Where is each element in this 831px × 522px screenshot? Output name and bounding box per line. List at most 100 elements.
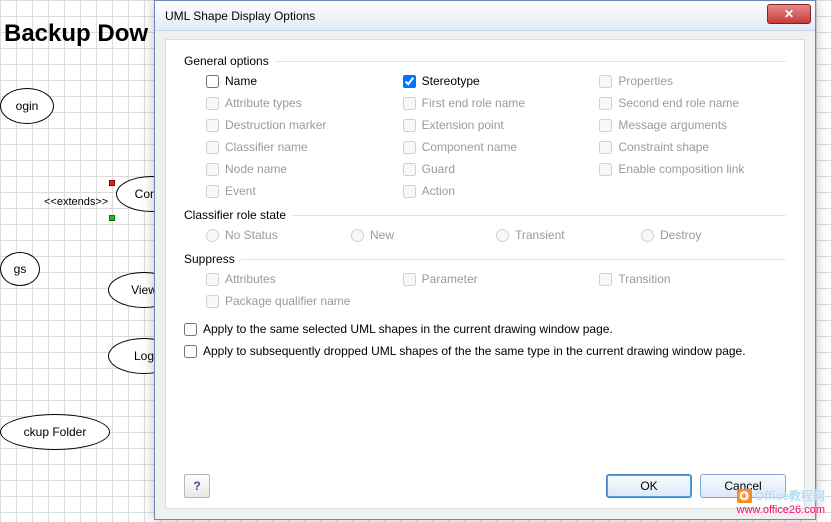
radio-nostatus: No Status xyxy=(206,228,351,242)
option-properties: Properties xyxy=(599,74,786,88)
apply-options: Apply to the same selected UML shapes in… xyxy=(184,322,786,358)
option-extension: Extension point xyxy=(403,118,590,132)
radio-label: New xyxy=(370,228,394,242)
radio-transient: Transient xyxy=(496,228,641,242)
group-general: General options Name Stereotype Properties… xyxy=(184,54,786,198)
shape-gs[interactable]: gs xyxy=(0,252,40,286)
option-label: Stereotype xyxy=(422,74,480,88)
radio-new-input xyxy=(351,229,364,242)
option-event: Event xyxy=(206,184,393,198)
selection-handle[interactable] xyxy=(109,180,115,186)
ok-button[interactable]: OK xyxy=(606,474,692,498)
suppress-attributes: Attributes xyxy=(206,272,393,286)
close-button[interactable]: ✕ xyxy=(767,4,811,24)
close-icon: ✕ xyxy=(784,8,794,20)
radio-nostatus-input xyxy=(206,229,219,242)
group-suppress: Suppress Attributes Parameter Transition Pa… xyxy=(184,252,786,308)
ok-label: OK xyxy=(640,479,657,493)
option-constraint: Constraint shape xyxy=(599,140,786,154)
apply-same-input[interactable] xyxy=(184,323,197,336)
option-label: First end role name xyxy=(422,96,525,110)
option-label: Extension point xyxy=(422,118,504,132)
option-label: Component name xyxy=(422,140,517,154)
suppress-pkg_qual-input xyxy=(206,295,219,308)
option-name[interactable]: Name xyxy=(206,74,393,88)
option-guard: Guard xyxy=(403,162,590,176)
option-properties-input xyxy=(599,75,612,88)
option-node_name-input xyxy=(206,163,219,176)
radio-new: New xyxy=(351,228,496,242)
apply-same-label: Apply to the same selected UML shapes in… xyxy=(203,322,613,336)
option-stereotype[interactable]: Stereotype xyxy=(403,74,590,88)
shape-label: gs xyxy=(14,262,27,276)
option-classifier_name-input xyxy=(206,141,219,154)
suppress-transition: Transition xyxy=(599,272,786,286)
option-message_args-input xyxy=(599,119,612,132)
suppress-label: Transition xyxy=(618,272,670,286)
option-node_name: Node name xyxy=(206,162,393,176)
group-classifier: Classifier role state No Status New Transi… xyxy=(184,208,786,242)
option-stereotype-input[interactable] xyxy=(403,75,416,88)
option-destruction-input xyxy=(206,119,219,132)
option-action-input xyxy=(403,185,416,198)
option-destruction: Destruction marker xyxy=(206,118,393,132)
watermark: OOffice教程网 www.office26.com xyxy=(737,487,825,516)
suppress-label: Attributes xyxy=(225,272,276,286)
option-label: Constraint shape xyxy=(618,140,709,154)
suppress-parameter: Parameter xyxy=(403,272,590,286)
apply-same-checkbox[interactable]: Apply to the same selected UML shapes in… xyxy=(184,322,786,336)
suppress-label: Parameter xyxy=(422,272,478,286)
option-label: Message arguments xyxy=(618,118,727,132)
help-button[interactable]: ? xyxy=(184,474,210,498)
suppress-options-grid: Attributes Parameter Transition Package qua… xyxy=(184,272,786,308)
option-message_args: Message arguments xyxy=(599,118,786,132)
shape-label: ogin xyxy=(16,99,39,113)
help-icon: ? xyxy=(193,479,200,493)
option-first_end-input xyxy=(403,97,416,110)
option-name-input[interactable] xyxy=(206,75,219,88)
option-label: Classifier name xyxy=(225,140,308,154)
apply-subsequent-input[interactable] xyxy=(184,345,197,358)
option-label: Event xyxy=(225,184,256,198)
option-attr_types-input xyxy=(206,97,219,110)
option-label: Name xyxy=(225,74,257,88)
watermark-url: www.office26.com xyxy=(737,504,825,516)
option-attr_types: Attribute types xyxy=(206,96,393,110)
group-label-classifier: Classifier role state xyxy=(184,208,786,222)
radio-label: Transient xyxy=(515,228,565,242)
group-title: Classifier role state xyxy=(184,208,286,222)
option-label: Guard xyxy=(422,162,455,176)
option-constraint-input xyxy=(599,141,612,154)
selection-handle[interactable] xyxy=(109,215,115,221)
option-label: Properties xyxy=(618,74,673,88)
dialog-title: UML Shape Display Options xyxy=(165,9,315,23)
option-label: Enable composition link xyxy=(618,162,744,176)
radio-label: Destroy xyxy=(660,228,701,242)
uml-display-options-dialog: UML Shape Display Options ✕ General opti… xyxy=(154,0,816,520)
suppress-pkg_qual: Package qualifier name xyxy=(206,294,393,308)
suppress-attributes-input xyxy=(206,273,219,286)
option-action: Action xyxy=(403,184,590,198)
apply-subsequent-checkbox[interactable]: Apply to subsequently dropped UML shapes… xyxy=(184,344,786,358)
option-event-input xyxy=(206,185,219,198)
radio-destroy-input xyxy=(641,229,654,242)
group-label-general: General options xyxy=(184,54,786,68)
option-second_end-input xyxy=(599,97,612,110)
option-label: Node name xyxy=(225,162,287,176)
option-label: Second end role name xyxy=(618,96,739,110)
group-label-suppress: Suppress xyxy=(184,252,786,266)
group-title: Suppress xyxy=(184,252,235,266)
option-label: Action xyxy=(422,184,455,198)
watermark-brand: Office教程网 xyxy=(755,489,825,503)
radio-destroy: Destroy xyxy=(641,228,786,242)
option-guard-input xyxy=(403,163,416,176)
shape-login[interactable]: ogin xyxy=(0,88,54,124)
suppress-transition-input xyxy=(599,273,612,286)
watermark-icon: O xyxy=(737,489,752,503)
suppress-parameter-input xyxy=(403,273,416,286)
option-second_end: Second end role name xyxy=(599,96,786,110)
option-enable_comp-input xyxy=(599,163,612,176)
shape-backup-folder[interactable]: ckup Folder xyxy=(0,414,110,450)
dialog-titlebar[interactable]: UML Shape Display Options ✕ xyxy=(155,1,815,31)
stereotype-label: <<extends>> xyxy=(44,196,108,208)
